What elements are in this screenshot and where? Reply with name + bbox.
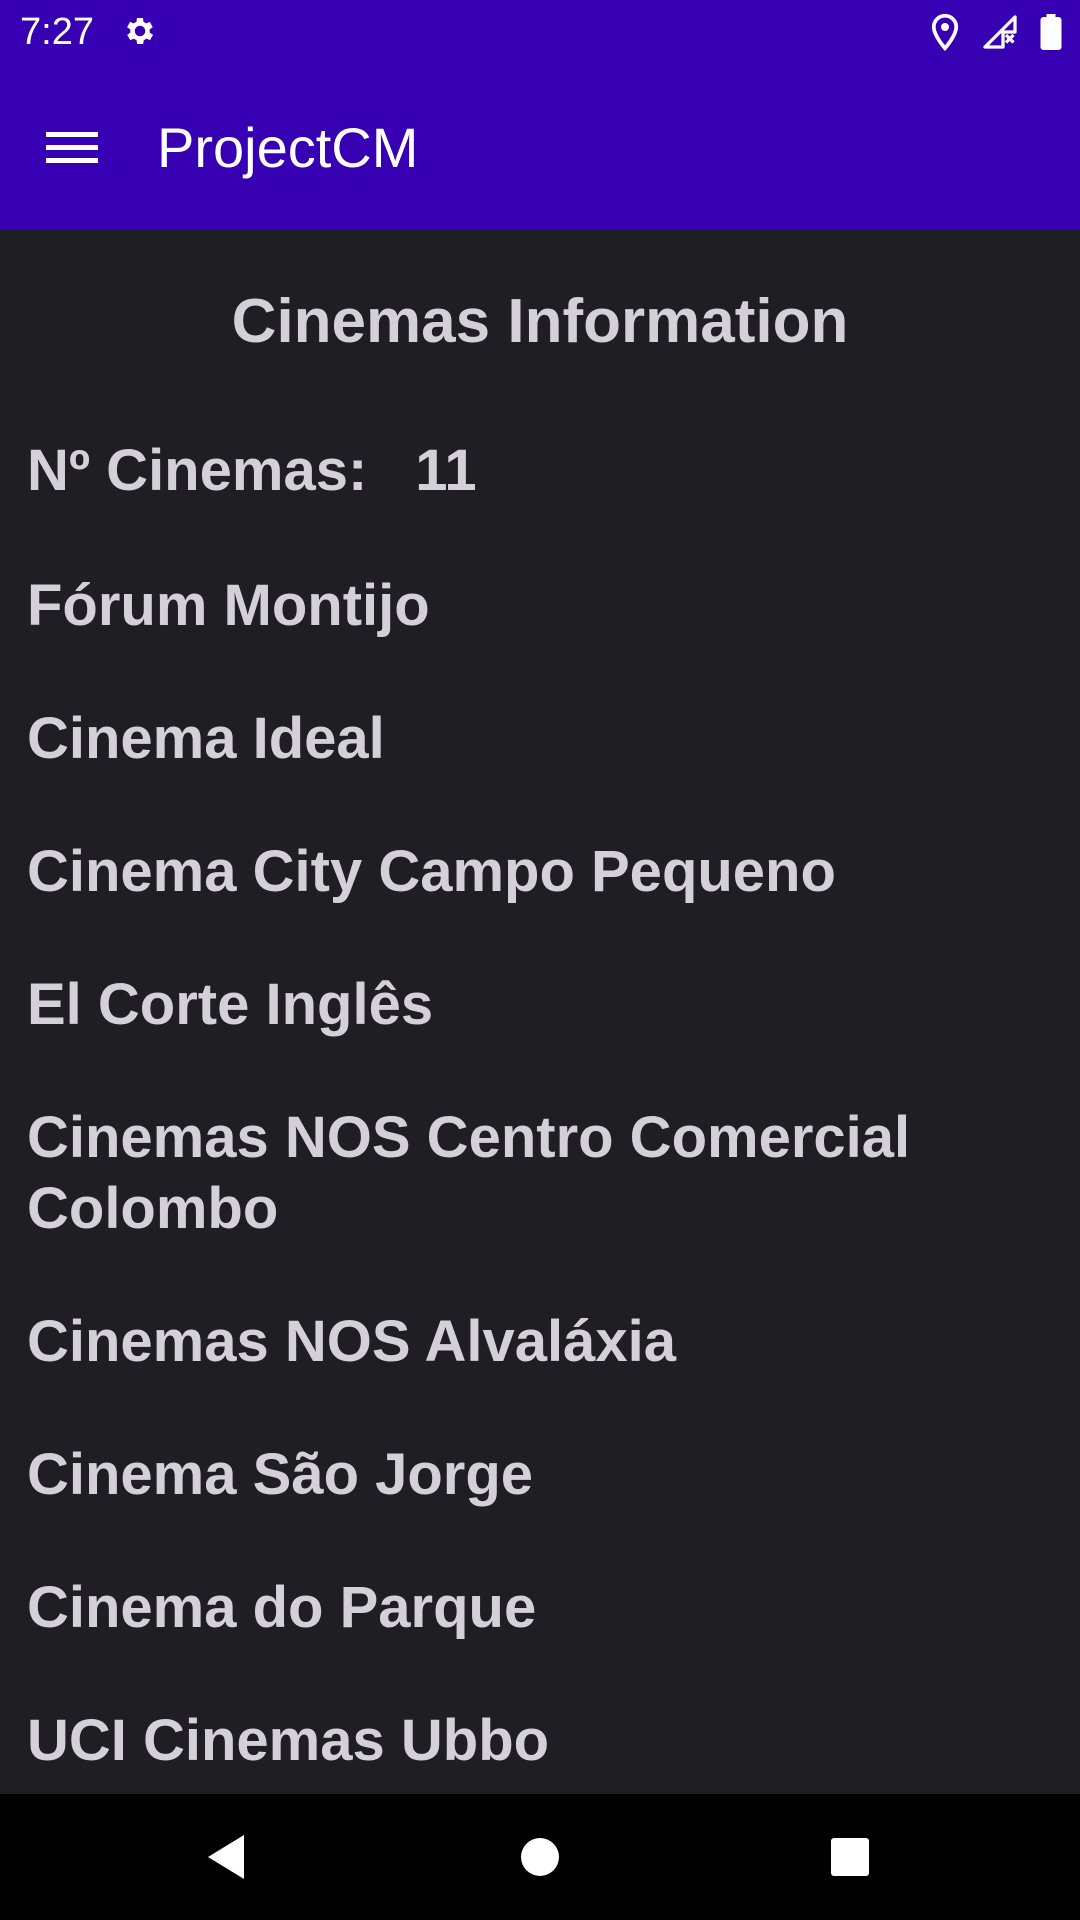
navigation-bar: [0, 1794, 1080, 1920]
back-button[interactable]: [186, 1822, 266, 1892]
cinema-list-item[interactable]: Cinema Ideal: [27, 703, 1047, 774]
home-button[interactable]: [500, 1822, 580, 1892]
app-title: ProjectCM: [157, 116, 419, 179]
settings-gear-icon: [127, 17, 154, 45]
cinema-count-value: 11: [415, 438, 477, 503]
cinema-list-item[interactable]: Cinemas NOS Alvaláxia: [27, 1306, 1047, 1377]
cinema-list-item[interactable]: Fórum Montijo: [27, 570, 1047, 641]
cinema-list-item[interactable]: Cinemas NOS Centro Comercial Colombo: [27, 1102, 1047, 1244]
cinemas-content[interactable]: Cinemas Information Nº Cinemas: 11 Fórum …: [0, 230, 1080, 1794]
menu-button[interactable]: [32, 113, 112, 183]
page-heading: Cinemas Information: [231, 287, 849, 356]
cinema-list-item[interactable]: Cinema City Campo Pequeno: [27, 836, 1047, 907]
recents-square-icon: [831, 1838, 869, 1876]
cell-signal-no-data-icon: [983, 15, 1017, 49]
cinema-count: Nº Cinemas: 11: [27, 433, 477, 509]
cinema-count-label: Nº Cinemas:: [27, 438, 368, 503]
status-bar: 7:27: [0, 0, 1080, 63]
recents-button[interactable]: [810, 1822, 890, 1892]
battery-full-icon: [1040, 14, 1062, 50]
app-bar: ProjectCM: [0, 63, 1080, 230]
back-triangle-icon: [208, 1835, 244, 1879]
cinema-list-item[interactable]: UCI Cinemas Ubbo: [27, 1705, 1047, 1776]
status-time: 7:27: [20, 11, 94, 53]
cinema-list-item[interactable]: Cinema São Jorge: [27, 1439, 1047, 1510]
home-circle-icon: [521, 1838, 559, 1876]
cinema-list-item[interactable]: El Corte Inglês: [27, 969, 1047, 1040]
location-pin-icon: [931, 13, 959, 51]
cinema-list: Fórum Montijo Cinema Ideal Cinema City C…: [27, 570, 1047, 1794]
hamburger-menu-icon: [46, 132, 98, 163]
status-icons: [930, 12, 1062, 52]
cinema-list-item[interactable]: Cinema do Parque: [27, 1572, 1047, 1643]
